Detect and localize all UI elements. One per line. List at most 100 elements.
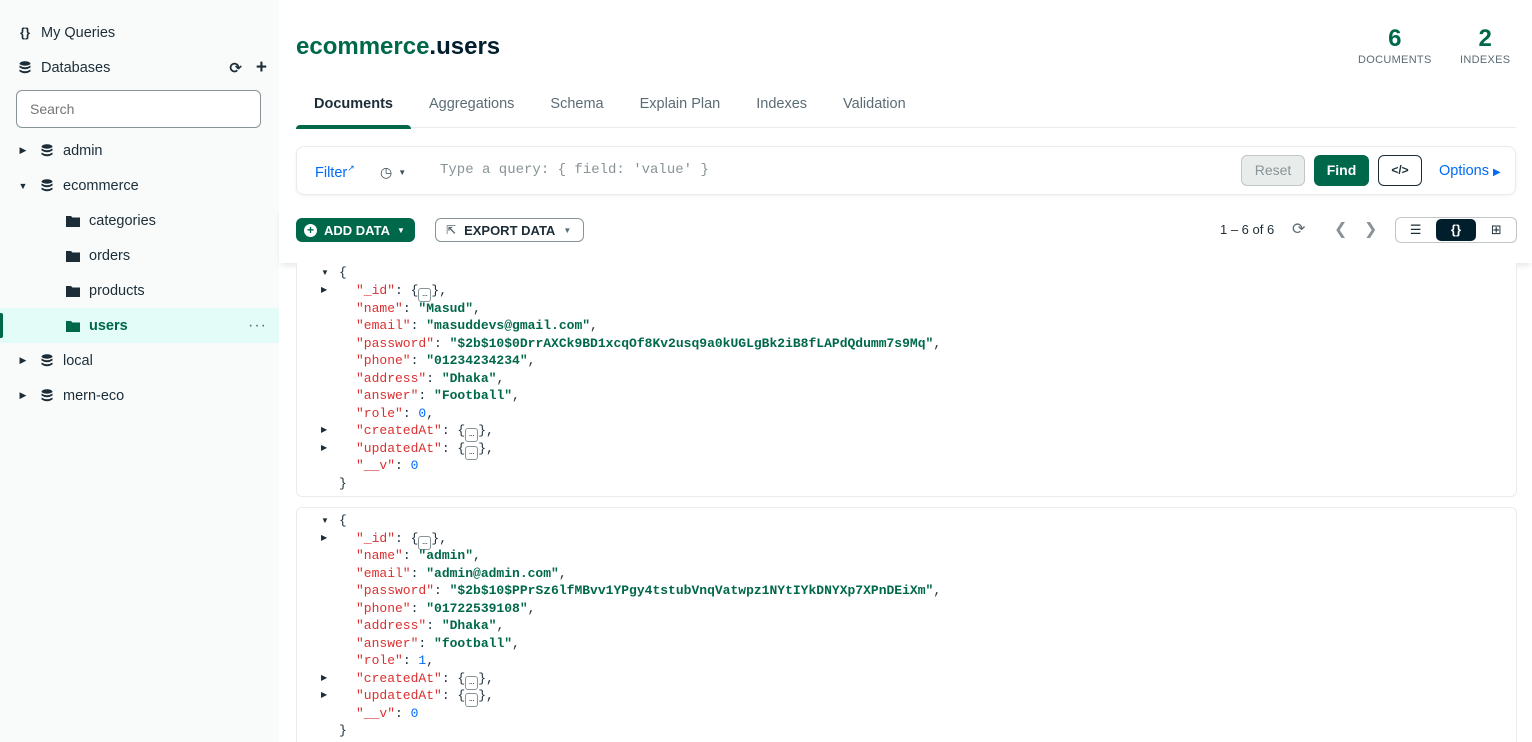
key: "phone" — [356, 600, 411, 616]
open-brace: { — [339, 265, 347, 280]
field-answer: "answer": "Football", — [356, 388, 520, 403]
value: 0 — [410, 705, 419, 721]
code-view-button[interactable]: </> — [1378, 155, 1422, 186]
caret-right-icon[interactable]: ▶ — [321, 425, 327, 434]
documents-toolbar: + ADD DATA ▼ ⇱ EXPORT DATA ▼ 1 – 6 of 6 … — [279, 207, 1532, 263]
databases-label: Databases — [41, 59, 111, 76]
caret-right-icon[interactable]: ▶ — [321, 533, 327, 542]
key: "__v" — [356, 458, 396, 473]
databases-header[interactable]: Databases ⟳ + — [0, 50, 279, 85]
caret-right-icon[interactable]: ▶ — [321, 443, 327, 452]
main-panel: ecommerce.users 6 DOCUMENTS 2 INDEXES Do… — [279, 0, 1532, 742]
find-button[interactable]: Find — [1314, 155, 1369, 186]
braces-icon: {} — [19, 25, 31, 40]
add-data-button[interactable]: + ADD DATA ▼ — [296, 218, 415, 242]
options-toggle[interactable]: Options ▶ — [1439, 163, 1501, 179]
database-icon — [39, 143, 55, 159]
tree-label: ecommerce — [63, 177, 139, 194]
add-database-icon[interactable]: + — [256, 57, 267, 79]
pagination-text: 1 – 6 of 6 — [1220, 222, 1275, 237]
ellipsis-icon[interactable]: … — [465, 693, 479, 707]
field-role: "role": 0, — [356, 405, 435, 421]
key: "answer" — [356, 635, 419, 651]
ellipsis-icon[interactable]: … — [465, 445, 479, 460]
tree-collection-orders[interactable]: orders — [0, 238, 279, 273]
document-card[interactable]: ▼ { ▶ "_id": {…}, "name": "admin", "emai… — [296, 507, 1517, 742]
json-view-icon[interactable]: {} — [1436, 219, 1476, 241]
collection-tabs: Documents Aggregations Schema Explain Pl… — [296, 86, 1516, 129]
key: "name" — [356, 548, 403, 563]
export-data-button[interactable]: ⇱ EXPORT DATA ▼ — [435, 218, 585, 242]
documents-count: 6 — [1388, 25, 1402, 52]
my-queries-item[interactable]: {} My Queries — [0, 15, 279, 50]
chevron-down-icon: ▼ — [396, 225, 405, 235]
tree-collection-categories[interactable]: categories — [0, 203, 279, 238]
prev-page-icon[interactable]: ❮ — [1334, 219, 1347, 239]
folder-icon — [65, 248, 81, 264]
caret-down-icon[interactable]: ▼ — [321, 268, 329, 277]
caret-right-icon[interactable]: ▶ — [321, 690, 327, 699]
tree-db-admin[interactable]: ▶ admin — [0, 133, 279, 168]
document-card[interactable]: ▼ { ▶ "_id": {…}, "name": "Masud", "emai… — [296, 263, 1517, 497]
caret-right-icon[interactable]: ▶ — [321, 673, 327, 682]
list-view-icon[interactable]: ☰ — [1396, 218, 1435, 242]
tree-db-mern-eco[interactable]: ▶ mern-eco — [0, 378, 279, 413]
tab-indexes[interactable]: Indexes — [738, 86, 825, 128]
caret-right-icon[interactable]: ▶ — [321, 285, 327, 294]
search-input[interactable] — [16, 90, 261, 128]
tab-explain-plan[interactable]: Explain Plan — [622, 86, 739, 128]
query-input[interactable]: Type a query: { field: 'value' } — [440, 162, 709, 178]
key: "createdAt" — [356, 423, 442, 438]
value: "$2b$10$PPrSz6lfMBvv1YPgy4tstubVnqVatwpz… — [449, 583, 934, 598]
tab-aggregations[interactable]: Aggregations — [411, 86, 532, 128]
field-password: "password": "$2b$10$PPrSz6lfMBvv1YPgy4ts… — [356, 583, 942, 598]
caret-down-icon[interactable]: ▼ — [321, 516, 329, 525]
key: "address" — [356, 618, 427, 633]
field-name: "name": "Masud", — [356, 300, 481, 316]
database-icon — [17, 60, 33, 76]
reset-button[interactable]: Reset — [1241, 155, 1305, 186]
field-id: "_id": {…}, — [356, 282, 447, 302]
key: "address" — [356, 370, 427, 386]
tab-schema[interactable]: Schema — [532, 86, 621, 128]
field-role: "role": 1, — [356, 653, 435, 668]
indexes-count: 2 — [1478, 25, 1492, 52]
field-v: "__v": 0 — [356, 458, 419, 473]
documents-label: DOCUMENTS — [1358, 54, 1432, 66]
key: "email" — [356, 565, 411, 581]
caret-down-icon: ▼ — [18, 180, 28, 191]
field-address: "address": "Dhaka", — [356, 370, 505, 386]
tree-collection-users[interactable]: users ··· — [0, 308, 279, 343]
tree-db-local[interactable]: ▶ local — [0, 343, 279, 378]
value: "Football" — [434, 388, 513, 403]
tree-db-ecommerce[interactable]: ▼ ecommerce — [0, 168, 279, 203]
plus-icon: + — [304, 223, 317, 237]
sidebar: {} My Queries Databases ⟳ + ▶ admin ▼ ec… — [0, 0, 279, 742]
tab-validation[interactable]: Validation — [825, 86, 924, 128]
field-answer: "answer": "football", — [356, 635, 520, 651]
query-history-button[interactable]: ◷ ▼ — [380, 164, 406, 181]
tree-collection-products[interactable]: products — [0, 273, 279, 308]
field-id: "_id": {…}, — [356, 530, 447, 550]
tab-documents[interactable]: Documents — [296, 86, 411, 129]
chevron-down-icon: ▼ — [398, 168, 407, 177]
open-brace: { — [339, 513, 347, 528]
database-icon — [39, 178, 55, 194]
database-icon — [39, 388, 55, 404]
indexes-stat: 2 INDEXES — [1460, 24, 1510, 66]
refresh-icon[interactable]: ⟳ — [229, 59, 242, 77]
table-view-icon[interactable]: ⊞ — [1477, 218, 1516, 242]
next-page-icon[interactable]: ❯ — [1364, 219, 1377, 239]
caret-right-icon: ▶ — [19, 355, 27, 365]
documents-stat: 6 DOCUMENTS — [1358, 24, 1432, 66]
key: "createdAt" — [356, 670, 442, 686]
folder-icon — [65, 213, 81, 229]
tree-label: orders — [89, 247, 131, 264]
refresh-icon[interactable]: ⟳ — [1292, 219, 1305, 239]
value: "01722539108" — [426, 600, 528, 616]
value: 0 — [410, 458, 419, 473]
value: "Dhaka" — [441, 370, 497, 386]
value: 1 — [418, 653, 427, 668]
more-options-icon[interactable]: ··· — [248, 317, 267, 335]
filter-link[interactable]: Filter↗ — [315, 163, 355, 181]
